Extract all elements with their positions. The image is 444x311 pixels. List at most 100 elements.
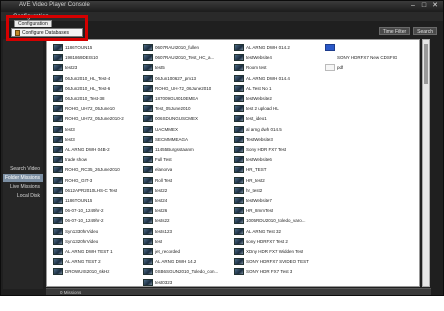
mission-item[interactable]: testWebsite4	[234, 53, 324, 62]
mission-item[interactable]: hr_test2	[234, 186, 324, 195]
sidebar-item-local-disk[interactable]: Local Disk	[3, 192, 43, 200]
mission-item[interactable]: SONY HDRFX7 New CDSFIG	[325, 53, 415, 62]
mission-item[interactable]: test3	[53, 125, 143, 134]
mission-label: SONY HDR FX7 Test 3	[246, 269, 293, 275]
video-thumbnail	[143, 258, 153, 266]
mission-item[interactable]: AL ARNG DWH 04B-2	[53, 145, 143, 154]
mission-item[interactable]: AL ARNG DWH 014.4	[234, 74, 324, 83]
mission-item[interactable]: Test_05June2010	[143, 104, 233, 113]
mission-label: 1186TOUN15	[65, 198, 93, 203]
mission-item[interactable]: Sony HDR FX7 Test	[234, 145, 324, 154]
mission-item[interactable]: test0323	[143, 278, 233, 287]
mission-item[interactable]: 1186TOUN15	[53, 43, 143, 52]
time-filter-button[interactable]: Time Filter	[378, 27, 411, 35]
mission-item[interactable]: UACMMEX	[143, 125, 233, 134]
mission-item[interactable]: test23	[53, 63, 143, 72]
video-thumbnail	[234, 95, 244, 102]
mission-item[interactable]: test	[143, 237, 233, 246]
configuration-tab[interactable]: Configuration	[14, 20, 52, 27]
mission-item[interactable]: ROHG_RC35_26June2010	[53, 165, 143, 174]
mission-label: test24	[155, 198, 168, 203]
mission-item[interactable]: SONY HDRFX7 SVIDEO TEST	[234, 257, 324, 266]
mission-item[interactable]: AL ARNG TEST 2	[53, 257, 143, 266]
video-thumbnail	[143, 84, 153, 92]
mission-item[interactable]: 06Jun2010_HL_Test-6	[53, 84, 143, 93]
mission-item[interactable]: SONY HDR FX7 Test 3	[234, 267, 324, 276]
mission-item[interactable]: 06Jun2010_HL_Test-4	[53, 74, 143, 83]
mission-item[interactable]: ROHG_GIT-3	[53, 176, 143, 185]
mission-item[interactable]: sony HDRFX7 Test 2	[234, 237, 324, 246]
mission-item[interactable]: Syn1330hrVideo	[53, 227, 143, 236]
mission-item[interactable]: 0607RAUI2010_fullen	[143, 43, 233, 52]
mission-item[interactable]: elanorva	[143, 165, 233, 174]
mission-item[interactable]: ROHG_UH-72_06June2010	[143, 84, 233, 93]
mission-item[interactable]: test24	[143, 196, 233, 205]
mission-item[interactable]: HR_test2	[234, 176, 324, 185]
sidebar-item-live-missions[interactable]: Live Missions	[3, 183, 43, 191]
mission-item[interactable]: test5	[143, 63, 233, 72]
mission-item[interactable]: Room test	[234, 63, 324, 72]
video-thumbnail	[53, 84, 63, 92]
mission-item[interactable]: 1981869DEIS10	[53, 53, 143, 62]
sidebar-item-search-video[interactable]: Search Video	[3, 165, 43, 173]
mission-item[interactable]: SECMMMEAGA	[143, 135, 233, 144]
mission-item[interactable]: 0612APR2010LHS-C Test	[53, 186, 143, 195]
mission-item[interactable]: 06-07-10_1249hr-2	[53, 206, 143, 215]
video-thumbnail	[234, 227, 244, 235]
maximize-button[interactable]: □	[420, 1, 428, 11]
mission-item[interactable]: al arng dwh 014.5	[234, 125, 324, 134]
vertical-scrollbar[interactable]	[422, 39, 430, 287]
mission-item[interactable]: 06Jun100627_pm13	[143, 74, 233, 83]
mission-item[interactable]: HR_8mmTest	[234, 206, 324, 215]
search-button[interactable]: Search	[413, 27, 437, 35]
video-thumbnail	[143, 54, 153, 62]
mission-item[interactable]: ROHG_UH72_05June10	[53, 104, 143, 113]
mission-item[interactable]: 0SB6SGUN2010_Toledo_con...	[143, 267, 233, 276]
mission-item[interactable]: AL ARNG DWH 014.2	[234, 43, 324, 52]
mission-item[interactable]: testWebsite6	[234, 155, 324, 164]
close-button[interactable]: ✕	[431, 1, 439, 11]
mission-item[interactable]: test_ideo1	[234, 114, 324, 123]
mission-item[interactable]: tests123	[143, 227, 233, 236]
mission-item[interactable]	[325, 43, 415, 52]
mission-item[interactable]: testWebsite7	[234, 196, 324, 205]
mission-item[interactable]: Full Test	[143, 155, 233, 164]
mission-item[interactable]: 06Jun2010_Test-38	[53, 94, 143, 103]
mission-item[interactable]: test26	[143, 206, 233, 215]
mission-item[interactable]: jet_recorded	[143, 247, 233, 256]
mission-item[interactable]: Roll Test	[143, 176, 233, 185]
mission-item[interactable]: HR_TEST	[234, 165, 324, 174]
mission-item[interactable]: 187009GUI010EMEA	[143, 94, 233, 103]
video-thumbnail	[53, 115, 63, 123]
video-thumbnail	[53, 217, 63, 225]
mission-item[interactable]: AL ARNG DWH TEST 1	[53, 247, 143, 256]
mission-item[interactable]: testWebsite2	[234, 94, 324, 103]
mission-item[interactable]: tests22	[143, 216, 233, 225]
configure-databases-item[interactable]: Configure Databases	[11, 28, 83, 37]
minimize-button[interactable]: –	[409, 1, 417, 11]
mission-item[interactable]: 0607RAUI2010_Test_HC_a...	[143, 53, 233, 62]
mission-item[interactable]: TestWebsite3	[234, 135, 324, 144]
mission-item[interactable]: Syn1320hrVideo	[53, 237, 143, 246]
mission-item[interactable]: DROWUIS2010_6kHz	[53, 267, 143, 276]
mission-item[interactable]: 1005RDU2010_toledo_varo...	[234, 216, 324, 225]
mission-item[interactable]: 1186TOUN15	[53, 196, 143, 205]
mission-item[interactable]: AL Test No 1	[234, 84, 324, 93]
mission-item[interactable]: 006SDUNGUSCMEX	[143, 114, 233, 123]
mission-item[interactable]: trade show	[53, 155, 143, 164]
video-thumbnail	[143, 95, 153, 102]
scrollbar-thumb[interactable]	[424, 44, 428, 84]
sidebar-item-folder-missions[interactable]: Folder Missions	[3, 174, 43, 182]
mission-item[interactable]: XDny HDR FX7 Widden Test	[234, 247, 324, 256]
mission-item[interactable]: 11455Burgsstaanm	[143, 145, 233, 154]
mission-item[interactable]: pdf	[325, 63, 415, 72]
mission-label: Syn1330hrVideo	[65, 228, 99, 234]
mission-item[interactable]: 06-07-10_1249hr-2	[53, 216, 143, 225]
mission-item[interactable]: test22	[143, 186, 233, 195]
mission-item[interactable]: AL ARNG DWH 14.2	[143, 257, 233, 266]
mission-item[interactable]: test 2 upload HL	[234, 104, 324, 113]
mission-item[interactable]: test3	[53, 135, 143, 144]
mission-item[interactable]: AL ARNG Test 32	[234, 227, 324, 236]
mission-label: pdf	[337, 65, 344, 71]
mission-item[interactable]: ROHG_UH72_05June2010-2	[53, 114, 143, 123]
